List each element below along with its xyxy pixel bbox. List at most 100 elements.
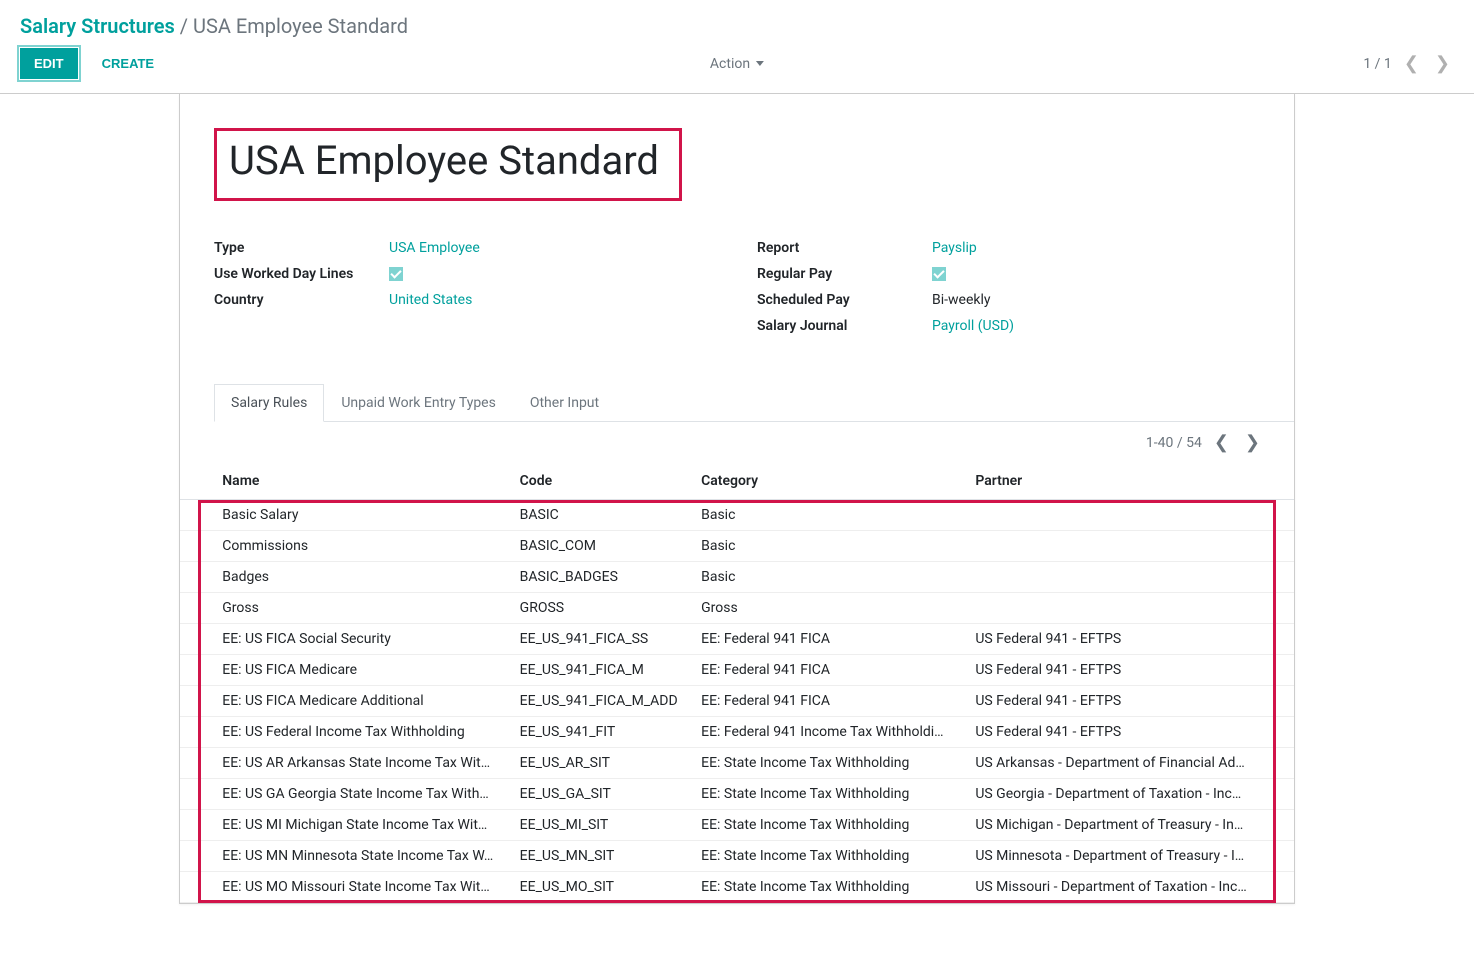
cell-code: EE_US_MI_SIT <box>512 810 693 841</box>
field-link[interactable]: USA Employee <box>389 240 480 256</box>
table-next-button[interactable]: ❯ <box>1241 432 1264 453</box>
checkbox-icon <box>389 267 403 281</box>
cell-name: EE: US MN Minnesota State Income Tax W… <box>214 841 511 872</box>
field-value: United States <box>389 292 717 308</box>
cell-name: EE: US FICA Medicare Additional <box>214 686 511 717</box>
cell-partner: US Federal 941 - EFTPS <box>967 717 1259 748</box>
record-pager: 1 / 1 <box>1363 56 1391 72</box>
table-prev-button[interactable]: ❮ <box>1210 432 1233 453</box>
cell-partner: US Minnesota - Department of Treasury - … <box>967 841 1259 872</box>
tab-other-input[interactable]: Other Input <box>513 384 616 422</box>
table-row[interactable]: EE: US FICA Social SecurityEE_US_941_FIC… <box>180 624 1294 655</box>
cell-partner: US Federal 941 - EFTPS <box>967 655 1259 686</box>
cell-name: Badges <box>214 562 511 593</box>
cell-code: EE_US_941_FIT <box>512 717 693 748</box>
table-row[interactable]: EE: US MO Missouri State Income Tax Wit…… <box>180 872 1294 903</box>
salary-rules-table: Name Code Category Partner Basic SalaryB… <box>180 463 1294 903</box>
col-code[interactable]: Code <box>512 463 693 500</box>
field-link[interactable]: Payroll (USD) <box>932 318 1014 334</box>
cell-name: EE: US MO Missouri State Income Tax Wit… <box>214 872 511 903</box>
cell-partner <box>967 500 1259 531</box>
table-row[interactable]: EE: US Federal Income Tax WithholdingEE_… <box>180 717 1294 748</box>
cell-code: BASIC_BADGES <box>512 562 693 593</box>
cell-category: EE: State Income Tax Withholding <box>693 872 967 903</box>
field-label: Salary Journal <box>757 318 932 334</box>
breadcrumb-sep: / <box>180 14 188 38</box>
field-value <box>389 266 717 282</box>
table-row[interactable]: EE: US MI Michigan State Income Tax Wit…… <box>180 810 1294 841</box>
cell-category: EE: Federal 941 FICA <box>693 686 967 717</box>
field-label: Country <box>214 292 389 308</box>
tab-salary-rules[interactable]: Salary Rules <box>214 384 324 422</box>
cell-partner <box>967 562 1259 593</box>
chevron-down-icon <box>756 61 764 66</box>
cell-category: EE: State Income Tax Withholding <box>693 779 967 810</box>
table-row[interactable]: EE: US MN Minnesota State Income Tax W…E… <box>180 841 1294 872</box>
table-row[interactable]: CommissionsBASIC_COMBasic <box>180 531 1294 562</box>
col-partner[interactable]: Partner <box>967 463 1259 500</box>
cell-partner <box>967 593 1259 624</box>
table-pager: 1-40 / 54 <box>1146 435 1202 451</box>
prev-record-button[interactable]: ❮ <box>1400 53 1423 74</box>
cell-code: EE_US_941_FICA_M <box>512 655 693 686</box>
breadcrumb-parent[interactable]: Salary Structures <box>20 14 175 38</box>
cell-category: Basic <box>693 562 967 593</box>
cell-code: EE_US_941_FICA_M_ADD <box>512 686 693 717</box>
cell-category: Basic <box>693 500 967 531</box>
col-category[interactable]: Category <box>693 463 967 500</box>
field-label: Report <box>757 240 932 256</box>
col-name[interactable]: Name <box>214 463 511 500</box>
cell-name: EE: US AR Arkansas State Income Tax Wit… <box>214 748 511 779</box>
cell-category: EE: State Income Tax Withholding <box>693 810 967 841</box>
table-row[interactable]: GrossGROSSGross <box>180 593 1294 624</box>
edit-button[interactable]: EDIT <box>20 48 78 79</box>
cell-name: EE: US Federal Income Tax Withholding <box>214 717 511 748</box>
cell-category: Basic <box>693 531 967 562</box>
field-label: Scheduled Pay <box>757 292 932 308</box>
action-label: Action <box>710 56 750 72</box>
cell-code: BASIC_COM <box>512 531 693 562</box>
cell-partner: US Georgia - Department of Taxation - In… <box>967 779 1259 810</box>
table-row[interactable]: EE: US AR Arkansas State Income Tax Wit…… <box>180 748 1294 779</box>
field-value <box>932 266 1260 282</box>
field-label: Use Worked Day Lines <box>214 266 389 282</box>
title-highlight: USA Employee Standard <box>214 128 682 201</box>
breadcrumb-current: USA Employee Standard <box>193 14 408 38</box>
cell-code: EE_US_AR_SIT <box>512 748 693 779</box>
table-row[interactable]: Basic SalaryBASICBasic <box>180 500 1294 531</box>
table-row[interactable]: EE: US FICA MedicareEE_US_941_FICA_MEE: … <box>180 655 1294 686</box>
cell-code: EE_US_GA_SIT <box>512 779 693 810</box>
cell-category: EE: State Income Tax Withholding <box>693 748 967 779</box>
table-row[interactable]: EE: US GA Georgia State Income Tax With…… <box>180 779 1294 810</box>
create-button[interactable]: CREATE <box>90 50 166 77</box>
cell-name: Gross <box>214 593 511 624</box>
cell-category: Gross <box>693 593 967 624</box>
cell-name: Basic Salary <box>214 500 511 531</box>
field-label: Regular Pay <box>757 266 932 282</box>
cell-category: EE: State Income Tax Withholding <box>693 841 967 872</box>
tab-unpaid-work-entry-types[interactable]: Unpaid Work Entry Types <box>324 384 513 422</box>
cell-partner: US Arkansas - Department of Financial Ad… <box>967 748 1259 779</box>
cell-partner: US Federal 941 - EFTPS <box>967 624 1259 655</box>
table-row[interactable]: EE: US FICA Medicare AdditionalEE_US_941… <box>180 686 1294 717</box>
cell-name: EE: US GA Georgia State Income Tax With… <box>214 779 511 810</box>
page-title: USA Employee Standard <box>229 137 659 184</box>
field-link[interactable]: United States <box>389 292 472 308</box>
cell-category: EE: Federal 941 FICA <box>693 624 967 655</box>
cell-partner: US Missouri - Department of Taxation - I… <box>967 872 1259 903</box>
cell-code: EE_US_941_FICA_SS <box>512 624 693 655</box>
cell-partner: US Michigan - Department of Treasury - I… <box>967 810 1259 841</box>
action-dropdown[interactable]: Action <box>710 56 764 72</box>
cell-category: EE: Federal 941 Income Tax Withholdi… <box>693 717 967 748</box>
breadcrumb: Salary Structures / USA Employee Standar… <box>0 0 1474 38</box>
field-value: Bi-weekly <box>932 292 1260 308</box>
cell-partner: US Federal 941 - EFTPS <box>967 686 1259 717</box>
cell-name: Commissions <box>214 531 511 562</box>
cell-code: EE_US_MN_SIT <box>512 841 693 872</box>
field-link[interactable]: Payslip <box>932 240 977 256</box>
cell-name: EE: US MI Michigan State Income Tax Wit… <box>214 810 511 841</box>
field-label: Type <box>214 240 389 256</box>
table-row[interactable]: BadgesBASIC_BADGESBasic <box>180 562 1294 593</box>
cell-name: EE: US FICA Medicare <box>214 655 511 686</box>
next-record-button[interactable]: ❯ <box>1431 53 1454 74</box>
